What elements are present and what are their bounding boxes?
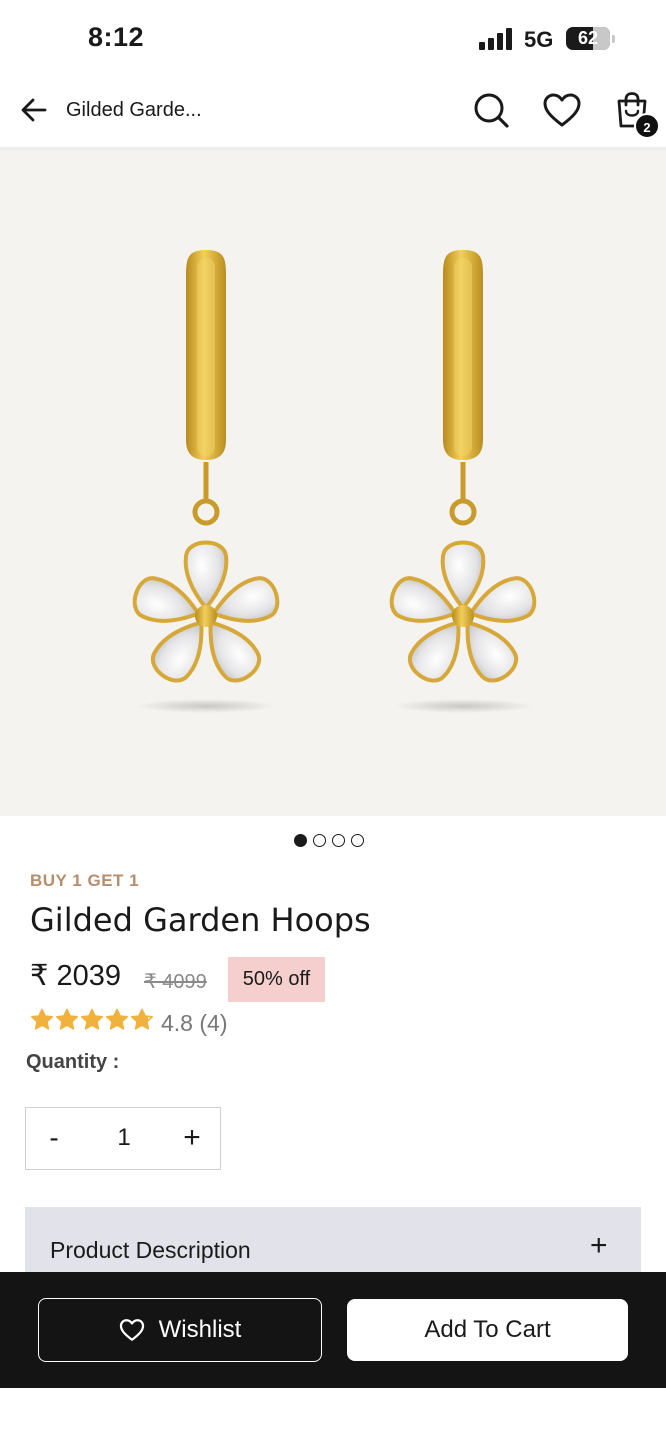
left-earring [130,250,282,713]
search-icon [474,93,509,128]
heart-icon [543,93,581,127]
carousel-dots [294,834,364,847]
carousel-dot[interactable] [351,834,364,847]
header-wishlist-button[interactable] [542,90,582,130]
cart-count-badge: 2 [634,113,660,139]
battery-icon: 62 [566,27,610,50]
quantity-stepper: - 1 + [25,1107,221,1170]
star-icon [81,1008,103,1030]
decrease-quantity-button[interactable]: - [26,1108,82,1168]
product-description-label: Product Description [50,1237,251,1263]
arrow-left-icon [21,98,47,122]
battery-nub [612,35,615,43]
carousel-dot[interactable] [332,834,345,847]
status-time: 8:12 [88,22,145,52]
original-price: ₹ 4099 [144,971,207,993]
product-title: Gilded Garden Hoops [30,901,371,939]
battery-level: 62 [577,28,599,48]
carousel-dot[interactable] [313,834,326,847]
product-image[interactable] [0,150,666,816]
increase-quantity-button[interactable]: + [164,1108,220,1168]
right-earring [387,250,539,713]
expand-icon: + [590,1229,608,1262]
earrings-illustration [0,150,666,816]
back-button[interactable] [16,92,52,128]
star-icon [56,1008,78,1030]
network-type: 5G [524,27,554,52]
star-icon [131,1008,153,1030]
wishlist-button[interactable]: Wishlist [38,1298,322,1362]
product-price: ₹ 2039 [30,960,122,992]
cellular-signal-icon [479,28,512,50]
add-to-cart-button[interactable]: Add To Cart [347,1299,628,1361]
quantity-label: Quantity : [26,1051,120,1073]
wishlist-label: Wishlist [158,1316,242,1343]
add-to-cart-label: Add To Cart [424,1316,551,1343]
search-button[interactable] [471,90,511,130]
app-header: Gilded Garde... [0,72,666,150]
discount-badge: 50% off [228,957,325,1002]
star-icon [31,1008,53,1030]
product-description-accordion[interactable]: Product Description + [25,1207,641,1275]
status-bar: 8:12 5G 62 [0,0,666,72]
star-icon [106,1008,128,1030]
carousel-dot[interactable] [294,834,307,847]
rating-stars [30,1008,154,1032]
promo-tag: BUY 1 GET 1 [30,871,140,890]
quantity-value: 1 [117,1124,131,1151]
header-title: Gilded Garde... [66,99,202,121]
rating-text: 4.8 (4) [161,1010,228,1036]
heart-icon [119,1319,144,1341]
